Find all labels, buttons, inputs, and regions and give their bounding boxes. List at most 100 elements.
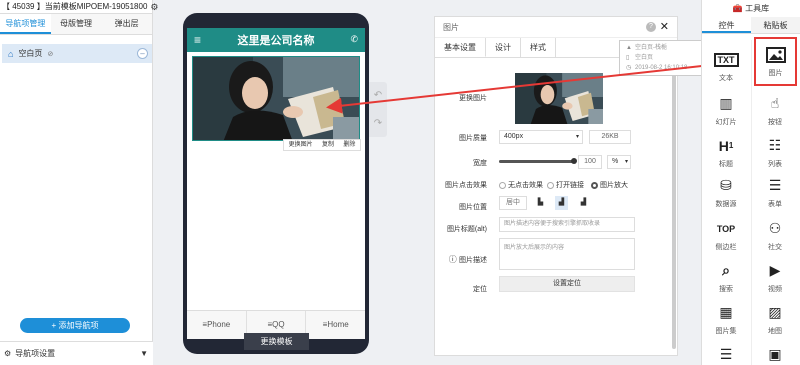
gear-icon[interactable]: ⚙ bbox=[150, 0, 158, 14]
panel-scrollbar[interactable] bbox=[672, 59, 676, 349]
tool-label: 列表 bbox=[768, 160, 782, 168]
tool-text[interactable]: TXT 文本 bbox=[706, 42, 746, 90]
close-icon[interactable]: ✕ bbox=[660, 17, 669, 38]
alt-input[interactable]: 图片描述内容便于搜索引擎抓取收录 bbox=[499, 217, 635, 232]
nav-settings-bar[interactable]: ⚙ 导航项设置 ▼ bbox=[0, 341, 153, 365]
position-center-field[interactable]: 居中 bbox=[499, 196, 527, 210]
footer-home[interactable]: ≡Home bbox=[306, 311, 365, 339]
panel-title-bar: 图片 ? ✕ bbox=[435, 17, 677, 38]
tool-search[interactable]: ⌕ 搜索 bbox=[706, 253, 746, 301]
company-name[interactable]: 这里是公司名称 bbox=[238, 32, 315, 48]
tool-label: 按钮 bbox=[768, 118, 782, 126]
map-icon: ▨ bbox=[768, 304, 782, 320]
phone-header: ≡ 这里是公司名称 ✆ bbox=[187, 28, 365, 52]
panel-title: 图片 bbox=[443, 23, 459, 32]
phone-screen: ≡ 这里是公司名称 ✆ 更换图片 复制 删除 ≡Phone ≡QQ ≡Home bbox=[187, 28, 365, 339]
tool-video[interactable]: ▶ 视频 bbox=[755, 253, 795, 301]
nav-item-blank-page[interactable]: ⌂ 空白页 ⊘ – bbox=[2, 44, 152, 63]
change-image-button[interactable]: 更换图片 bbox=[289, 140, 313, 150]
tool-sidebar[interactable]: TOP 侧边栏 bbox=[706, 211, 746, 259]
help-icon[interactable]: ? bbox=[646, 22, 656, 32]
toolbox-divider bbox=[751, 40, 752, 365]
tool-social[interactable]: ⚇ 社交 bbox=[755, 211, 795, 259]
tool-slideshow[interactable]: ▥ 幻灯片 bbox=[706, 86, 746, 134]
width-unit-select[interactable]: % ▾ bbox=[607, 155, 631, 169]
label-quality: 图片质量 bbox=[459, 135, 487, 142]
tool-label: 数据源 bbox=[715, 200, 737, 208]
thumbnail-photo bbox=[515, 73, 603, 124]
toolbox-icon: 🧰 bbox=[732, 4, 743, 13]
tool-form[interactable]: ☰ 表单 bbox=[755, 168, 795, 216]
label-change-image: 更换图片 bbox=[459, 95, 487, 102]
hamburger-menu-icon[interactable]: ≡ bbox=[194, 33, 201, 47]
tool-gallery[interactable]: ▦ 图片集 bbox=[706, 295, 746, 343]
left-panel: 【 45039 】当前模板MIPOEM-19051800 ⚙ 导航项管理 母版管… bbox=[0, 0, 158, 365]
tab-style[interactable]: 样式 bbox=[521, 38, 556, 57]
width-input[interactable]: 100 bbox=[578, 155, 602, 169]
set-location-button[interactable]: 设置定位 bbox=[499, 276, 635, 292]
search-icon: ⌕ bbox=[722, 262, 730, 278]
tool-label: 标题 bbox=[719, 160, 733, 168]
tool-more-2[interactable]: ▣ bbox=[755, 343, 795, 365]
radio-image-zoom[interactable]: 图片放大 bbox=[591, 180, 628, 190]
tool-image[interactable]: 图片 bbox=[754, 37, 797, 86]
caret-down-icon: ▾ bbox=[624, 159, 628, 165]
tool-map[interactable]: ▨ 地图 bbox=[755, 295, 795, 343]
tool-datasource[interactable]: ⛁ 数据源 bbox=[706, 168, 746, 216]
delete-button[interactable]: 删除 bbox=[343, 140, 355, 150]
template-topbar: 【 45039 】当前模板MIPOEM-19051800 ⚙ bbox=[0, 0, 158, 14]
label-alt: 图片标题(alt) bbox=[446, 226, 487, 233]
radio-open-link[interactable]: 打开链接 bbox=[547, 180, 584, 190]
copy-button[interactable]: 复制 bbox=[322, 140, 334, 150]
tab-nav-manage[interactable]: 导航项管理 bbox=[0, 14, 51, 34]
tab-basic-settings[interactable]: 基本设置 bbox=[435, 38, 486, 57]
undo-icon[interactable]: ↶ bbox=[374, 90, 382, 101]
tool-button[interactable]: ☝ 按钮 bbox=[755, 86, 795, 134]
radio-no-effect[interactable]: 无点击效果 bbox=[499, 180, 543, 190]
label-click-effect: 图片点击效果 bbox=[445, 182, 487, 189]
tool-label: 视频 bbox=[768, 285, 782, 293]
gallery-icon: ▦ bbox=[719, 304, 733, 320]
template-title: 【 45039 】当前模板MIPOEM-19051800 bbox=[2, 1, 148, 11]
tab-master-manage[interactable]: 母版管理 bbox=[51, 14, 102, 34]
toolbox-panel: 🧰 工具库 控件 粘贴板 TXT 文本 图片 ▥ 幻灯片 ☝ 按钮 H1 标题 … bbox=[701, 0, 800, 365]
radio-circle bbox=[499, 181, 506, 189]
nav-item-label: 空白页 bbox=[18, 49, 43, 58]
width-slider-knob[interactable] bbox=[571, 158, 577, 164]
nav-item-collapse-button[interactable]: – bbox=[137, 48, 148, 59]
database-icon: ⛁ bbox=[720, 177, 732, 193]
label-desc-text: 图片描述 bbox=[459, 257, 487, 264]
quality-value: 400px bbox=[504, 133, 524, 140]
align-center-icon[interactable]: ▟ bbox=[555, 196, 568, 210]
redo-icon[interactable]: ↷ bbox=[374, 118, 382, 129]
tab-popup[interactable]: 弹出层 bbox=[101, 14, 152, 34]
image-component[interactable] bbox=[192, 56, 360, 141]
caret-down-icon: ▾ bbox=[575, 134, 579, 140]
add-nav-item-button[interactable]: + 添加导航项 bbox=[20, 318, 130, 333]
quality-select[interactable]: 400px ▾ bbox=[499, 130, 583, 144]
label-locate: 定位 bbox=[473, 286, 487, 293]
footer-phone[interactable]: ≡Phone bbox=[187, 311, 247, 339]
toolbox-title: 🧰 工具库 bbox=[702, 0, 800, 17]
desc-textarea[interactable]: 图片放大后展示的内容 bbox=[499, 238, 635, 270]
radio-label: 无点击效果 bbox=[508, 182, 543, 189]
width-unit: % bbox=[612, 158, 619, 165]
tab-design[interactable]: 设计 bbox=[486, 38, 521, 57]
tool-more-1[interactable]: ☰ bbox=[706, 343, 746, 365]
align-right-icon[interactable]: ▟ bbox=[577, 196, 590, 210]
home-icon: ⌂ bbox=[8, 48, 14, 59]
quality-size: 26KB bbox=[589, 130, 631, 144]
image-thumbnail[interactable] bbox=[515, 73, 603, 124]
left-tabs: 导航项管理 母版管理 弹出层 bbox=[0, 14, 152, 35]
tab-clipboard[interactable]: 粘贴板 bbox=[751, 17, 800, 33]
tool-label: 表单 bbox=[768, 200, 782, 208]
tool-label: 搜索 bbox=[719, 285, 733, 293]
change-template-button[interactable]: 更换模板 bbox=[244, 333, 309, 350]
phone-call-icon[interactable]: ✆ bbox=[350, 34, 358, 45]
tab-controls[interactable]: 控件 bbox=[702, 17, 751, 33]
chevron-down-icon[interactable]: ▼ bbox=[140, 349, 148, 358]
align-left-icon[interactable]: ▙ bbox=[534, 196, 547, 210]
list-icon: ☷ bbox=[768, 137, 782, 153]
width-slider-track[interactable] bbox=[499, 160, 574, 163]
tooltip-line-1: 空白页-栈栀 bbox=[635, 45, 667, 51]
